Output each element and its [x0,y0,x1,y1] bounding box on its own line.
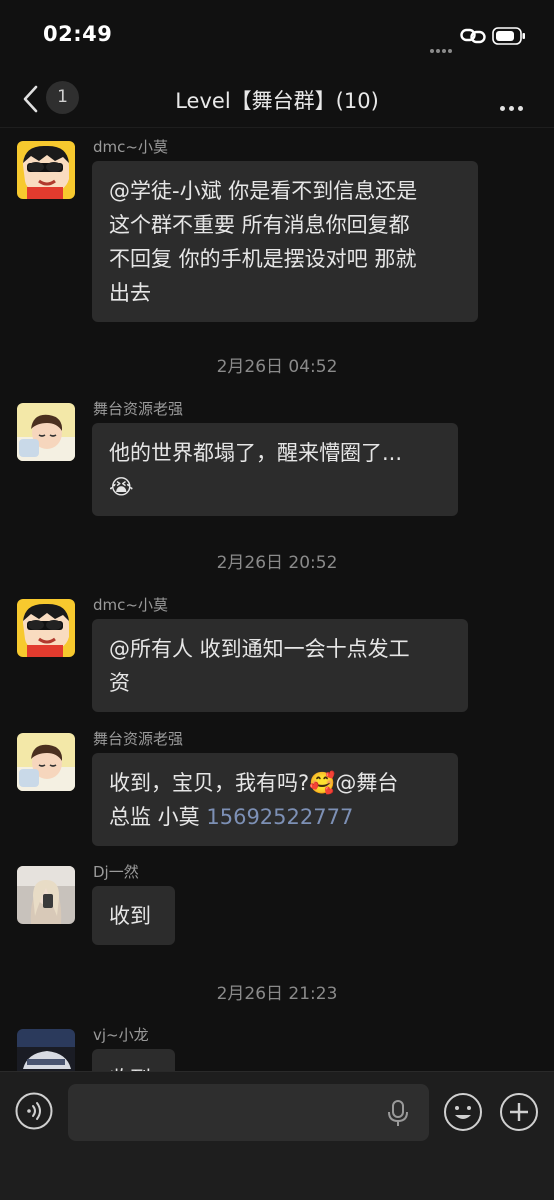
link-icon [460,28,486,44]
status-bar: 02:49 [0,0,554,70]
avatar[interactable] [17,733,75,791]
sleeping-boy-avatar-icon [17,403,75,461]
timestamp-separator: 2月26日 21:23 [216,984,338,1004]
message-text: 总监 小莫 [109,805,207,829]
message-bubble[interactable]: @学徒-小斌 你是看不到信息还是 这个群不重要 所有消息你回复都 不回复 你的手… [92,161,478,322]
message-text: 他的世界都塌了，醒来懵圈了... [109,441,403,465]
avatar[interactable] [17,1029,75,1071]
message-input[interactable] [68,1084,429,1141]
message-bubble[interactable]: @所有人 收到通知一会十点发工 资 [92,619,468,712]
message-text: 这个群不重要 所有消息你回复都 [109,213,410,237]
chat-header: 1 Level【舞台群】(10) [0,70,554,128]
timestamp-separator: 2月26日 04:52 [216,357,338,377]
message-text: 收到 [109,904,151,928]
chat-title: Level【舞台群】(10) [175,89,379,113]
emoji-icon: 🥰 [309,771,336,795]
cartoon-boy-avatar-icon [17,599,75,657]
input-bar [0,1071,554,1200]
message-list[interactable]: dmc~小莫 @学徒-小斌 你是看不到信息还是 这个群不重要 所有消息你回复都 … [0,129,554,1071]
sender-name: dmc~小莫 [93,596,168,614]
message-text: 收到 [109,1062,158,1071]
message-bubble[interactable]: 收到，宝贝，我有吗?🥰@舞台 总监 小莫 15692522777 [92,753,458,846]
message-bubble[interactable]: 他的世界都塌了，醒来懵圈了... 😭 [92,423,458,516]
message-text: 不回复 你的手机是摆设对吧 那就 [109,247,417,271]
message-text: 资 [109,671,130,695]
message-text: @学徒-小斌 你是看不到信息还是 [109,179,418,203]
sleeping-boy-avatar-icon [17,733,75,791]
message-text: 出去 [109,281,151,305]
battery-icon [492,27,525,45]
message-text: @所有人 收到通知一会十点发工 [109,637,410,661]
sender-name: 舞台资源老强 [93,400,184,418]
sender-name: vj~小龙 [93,1026,149,1044]
sender-name: 舞台资源老强 [93,730,184,748]
voice-input-icon[interactable] [15,1092,53,1130]
avatar[interactable] [17,141,75,199]
emoji-icon[interactable] [443,1092,483,1132]
phone-number-link[interactable]: 15692522777 [206,805,353,829]
message-bubble[interactable]: 收到 [92,1049,175,1071]
girl-photo-avatar-icon [17,866,75,924]
message-text: 收到，宝贝，我有吗? [109,771,310,795]
more-options-icon[interactable] [500,96,530,111]
avatar[interactable] [17,599,75,657]
cartoon-boy-avatar-icon [17,141,75,199]
avatar[interactable] [17,403,75,461]
plus-icon[interactable] [499,1092,539,1132]
sender-name: Dj一然 [93,863,139,881]
signal-icon [430,38,456,53]
avatar[interactable] [17,866,75,924]
emoji-icon: 😭 [109,475,134,499]
message-bubble[interactable]: 收到 [92,886,175,945]
sender-name: dmc~小莫 [93,138,168,156]
microphone-icon[interactable] [386,1099,410,1127]
mention-text: @舞台 [335,771,399,795]
status-time: 02:49 [43,22,113,46]
timestamp-separator: 2月26日 20:52 [216,553,338,573]
car-photo-avatar-icon [17,1029,75,1071]
